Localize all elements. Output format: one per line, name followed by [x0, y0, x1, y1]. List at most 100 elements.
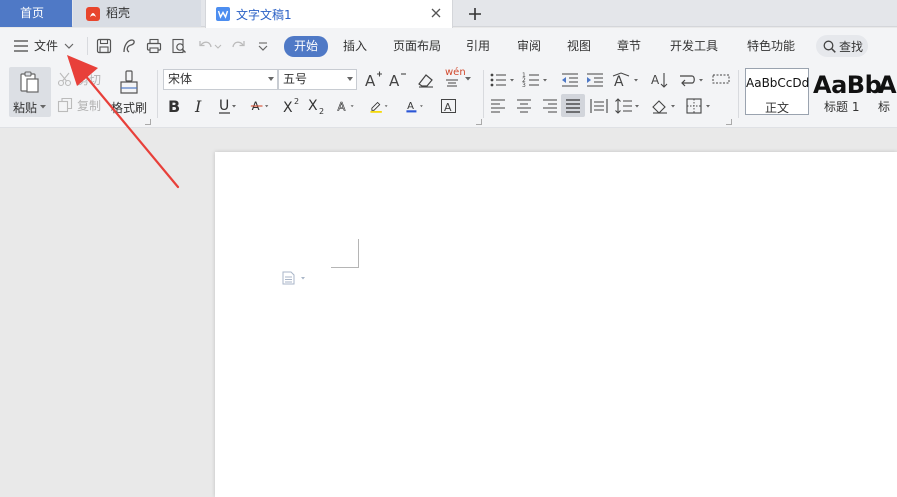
- clear-formatting-icon[interactable]: [416, 70, 436, 90]
- tab-start[interactable]: 开始: [284, 36, 328, 57]
- line-spacing-icon[interactable]: [614, 96, 642, 116]
- tab-insert[interactable]: 插入: [343, 28, 367, 64]
- tab-daoke-label: 稻壳: [106, 6, 131, 20]
- cut-label: 剪切: [77, 73, 102, 87]
- increase-font-size-icon[interactable]: A: [364, 70, 384, 90]
- redo-icon[interactable]: [229, 37, 247, 55]
- svg-text:A: A: [614, 74, 624, 90]
- svg-text:A: A: [651, 73, 660, 87]
- font-size-select[interactable]: 五号: [278, 69, 357, 90]
- tab-document[interactable]: 文字文稿1: [205, 0, 453, 28]
- italic-icon[interactable]: I: [190, 96, 210, 116]
- chevron-down-icon: [465, 77, 471, 81]
- justify-button[interactable]: [561, 94, 585, 117]
- copy-icon: [57, 97, 73, 113]
- save-icon[interactable]: [95, 37, 113, 55]
- align-center-icon[interactable]: [514, 96, 534, 116]
- strikethrough-icon[interactable]: A: [250, 96, 270, 116]
- cut-button[interactable]: 剪切: [57, 70, 105, 88]
- undo-icon[interactable]: [197, 37, 215, 55]
- svg-text:I: I: [194, 97, 202, 116]
- copy-button[interactable]: 复制: [57, 96, 105, 114]
- subscript-icon[interactable]: X 2: [307, 96, 327, 116]
- font-color-icon[interactable]: A: [405, 96, 425, 116]
- paste-button[interactable]: 粘贴: [9, 67, 51, 117]
- font-dialog-launcher[interactable]: [476, 119, 482, 125]
- borders-icon[interactable]: [685, 96, 713, 116]
- close-icon[interactable]: [428, 5, 444, 21]
- align-left-icon[interactable]: [489, 96, 509, 116]
- phonetic-guide-icon: [446, 79, 458, 87]
- scissors-icon: [57, 72, 72, 87]
- file-menu-button[interactable]: 文件: [14, 28, 74, 64]
- chevron-down-icon: [347, 77, 353, 81]
- tab-bar: 首页 稻壳 文字文稿1: [0, 0, 897, 28]
- svg-text:A: A: [444, 101, 452, 114]
- svg-text:A: A: [365, 72, 376, 90]
- tab-page-layout[interactable]: 页面布局: [393, 28, 441, 64]
- font-name-select[interactable]: 宋体: [163, 69, 278, 90]
- text-effects-icon[interactable]: A: [336, 96, 356, 116]
- svg-text:A: A: [389, 72, 400, 90]
- svg-text:X: X: [283, 100, 293, 116]
- bold-icon[interactable]: B: [165, 96, 185, 116]
- superscript-icon[interactable]: X 2: [282, 96, 302, 116]
- paragraph-layout-icon: [282, 271, 305, 285]
- style-heading-1-label: 标题 1: [824, 100, 860, 114]
- font-name-value: 宋体: [168, 72, 193, 86]
- svg-text:X: X: [308, 98, 318, 114]
- tab-home[interactable]: 首页: [0, 0, 72, 27]
- paste-label: 粘贴: [13, 101, 38, 115]
- export-pdf-icon[interactable]: [120, 37, 138, 55]
- tab-developer-tools[interactable]: 开发工具: [670, 28, 718, 64]
- chinese-layout-icon[interactable]: A: [612, 70, 642, 90]
- style-normal[interactable]: AaBbCcDd 正文: [745, 68, 809, 115]
- copy-label: 复制: [77, 99, 102, 113]
- page-margin-corner-mark: [331, 239, 359, 268]
- increase-indent-icon[interactable]: [585, 70, 605, 90]
- align-justify-icon: [566, 99, 580, 113]
- character-border-icon[interactable]: A: [439, 96, 459, 116]
- tab-sections[interactable]: 章节: [617, 28, 641, 64]
- divider: [483, 70, 484, 118]
- style-heading-1[interactable]: AaBb 标题 1: [812, 68, 882, 115]
- bullet-list-icon[interactable]: [489, 70, 517, 90]
- highlight-icon[interactable]: [369, 96, 389, 116]
- style-heading-2-preview: Aa: [878, 71, 897, 99]
- tab-review[interactable]: 审阅: [517, 28, 541, 64]
- paragraph-layout-button[interactable]: [282, 271, 310, 285]
- search-button[interactable]: 查找: [816, 35, 868, 57]
- document-page[interactable]: [215, 152, 897, 497]
- decrease-indent-icon[interactable]: [560, 70, 580, 90]
- paragraph-dialog-launcher[interactable]: [726, 119, 732, 125]
- decrease-font-size-icon[interactable]: A: [388, 70, 408, 90]
- numbered-list-icon[interactable]: 1 2 3: [522, 70, 550, 90]
- wps-writer-icon: [216, 7, 230, 21]
- chevron-down-icon: [64, 43, 74, 49]
- tab-view[interactable]: 视图: [567, 28, 591, 64]
- style-heading-2[interactable]: Aa 标: [878, 68, 897, 115]
- shading-icon[interactable]: [650, 96, 678, 116]
- svg-text:2: 2: [319, 107, 324, 116]
- customize-toolbar-icon[interactable]: [256, 37, 270, 55]
- undo-dropdown-icon[interactable]: [214, 37, 222, 55]
- table-grid-lines-icon[interactable]: [711, 70, 731, 90]
- clipboard-dialog-launcher[interactable]: [145, 119, 151, 125]
- show-hide-marks-icon[interactable]: [678, 70, 706, 90]
- tab-special-features[interactable]: 特色功能: [747, 28, 795, 64]
- divider: [738, 70, 739, 118]
- print-icon[interactable]: [145, 37, 163, 55]
- phonetic-guide-button[interactable]: wén: [441, 67, 473, 90]
- align-right-icon[interactable]: [539, 96, 559, 116]
- tab-daoke[interactable]: 稻壳: [73, 0, 201, 27]
- divider: [87, 37, 88, 55]
- print-preview-icon[interactable]: [170, 37, 188, 55]
- add-tab-icon[interactable]: [464, 3, 486, 25]
- distributed-align-icon[interactable]: [589, 96, 609, 116]
- sort-icon[interactable]: A: [650, 70, 670, 90]
- phonetic-guide-label: wén: [445, 67, 466, 78]
- tab-references[interactable]: 引用: [466, 28, 490, 64]
- underline-icon[interactable]: U: [216, 96, 236, 116]
- svg-text:A: A: [338, 100, 346, 114]
- format-painter-button[interactable]: 格式刷: [110, 67, 150, 117]
